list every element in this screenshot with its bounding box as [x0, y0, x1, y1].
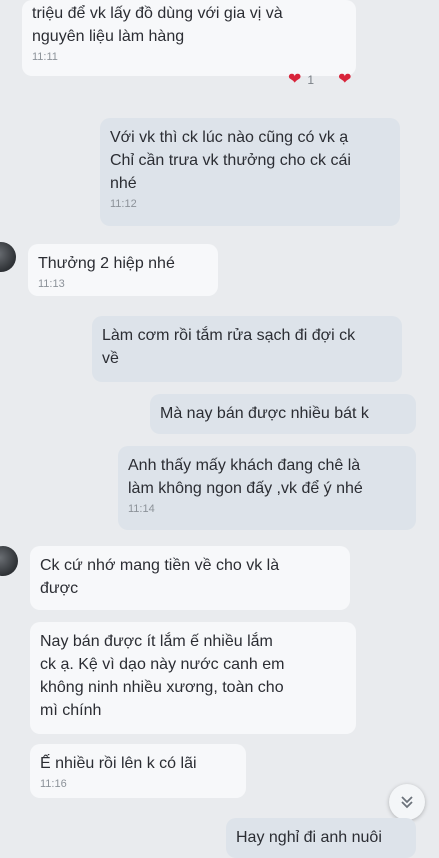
double-chevron-down-icon	[401, 796, 413, 809]
message-text: Làm cơm rồi tắm rửa sạch đi đợi ck về	[102, 327, 356, 367]
message-time: 11:16	[40, 778, 67, 790]
message-time: 11:14	[128, 503, 155, 515]
contact-avatar[interactable]	[0, 242, 16, 272]
message-bubble-outgoing[interactable]: Anh thấy mấy khách đang chê là làm không…	[118, 446, 416, 530]
reaction-count: 1	[307, 73, 315, 87]
message-bubble-incoming[interactable]: Thưởng 2 hiệp nhé 11:13	[28, 244, 218, 296]
message-text: Nay bán được ít lắm ế nhiều lắm ck ạ. Kệ…	[40, 633, 285, 719]
message-text: Với vk thì ck lúc nào cũng có vk ạ Chỉ c…	[110, 129, 351, 192]
message-bubble-incoming[interactable]: Ck cứ nhớ mang tiền về cho vk là được	[30, 546, 350, 610]
message-time: 11:13	[38, 278, 65, 290]
message-text: Ck cứ nhớ mang tiền về cho vk là được	[40, 557, 280, 597]
reaction-bar[interactable]: ❤ 1 ❤	[288, 72, 352, 88]
message-bubble-outgoing[interactable]: Với vk thì ck lúc nào cũng có vk ạ Chỉ c…	[100, 118, 400, 226]
message-time: 11:12	[110, 198, 137, 210]
message-bubble-incoming[interactable]: triệu để vk lấy đồ dùng với gia vị và ng…	[22, 0, 356, 76]
message-bubble-outgoing[interactable]: Làm cơm rồi tắm rửa sạch đi đợi ck về	[92, 316, 402, 382]
scroll-to-bottom-button[interactable]	[389, 784, 425, 820]
message-text: Thưởng 2 hiệp nhé	[38, 255, 175, 272]
message-text: Ế nhiều rồi lên k có lãi	[40, 755, 197, 772]
message-bubble-incoming[interactable]: Ế nhiều rồi lên k có lãi 11:16	[30, 744, 246, 798]
message-text: Hay nghỉ đi anh nuôi	[236, 829, 382, 846]
message-bubble-outgoing[interactable]: Hay nghỉ đi anh nuôi	[226, 818, 416, 858]
message-text: Mà nay bán được nhiều bát k	[160, 405, 369, 422]
heart-icon[interactable]: ❤	[338, 72, 351, 88]
contact-avatar[interactable]	[0, 546, 18, 576]
message-time: 11:11	[32, 51, 58, 63]
message-bubble-incoming[interactable]: Nay bán được ít lắm ế nhiều lắm ck ạ. Kệ…	[30, 622, 356, 734]
message-text: triệu để vk lấy đồ dùng với gia vị và ng…	[32, 5, 283, 45]
message-text: Anh thấy mấy khách đang chê là làm không…	[128, 457, 363, 497]
heart-icon[interactable]: ❤	[288, 72, 301, 88]
message-bubble-outgoing[interactable]: Mà nay bán được nhiều bát k	[150, 394, 416, 434]
